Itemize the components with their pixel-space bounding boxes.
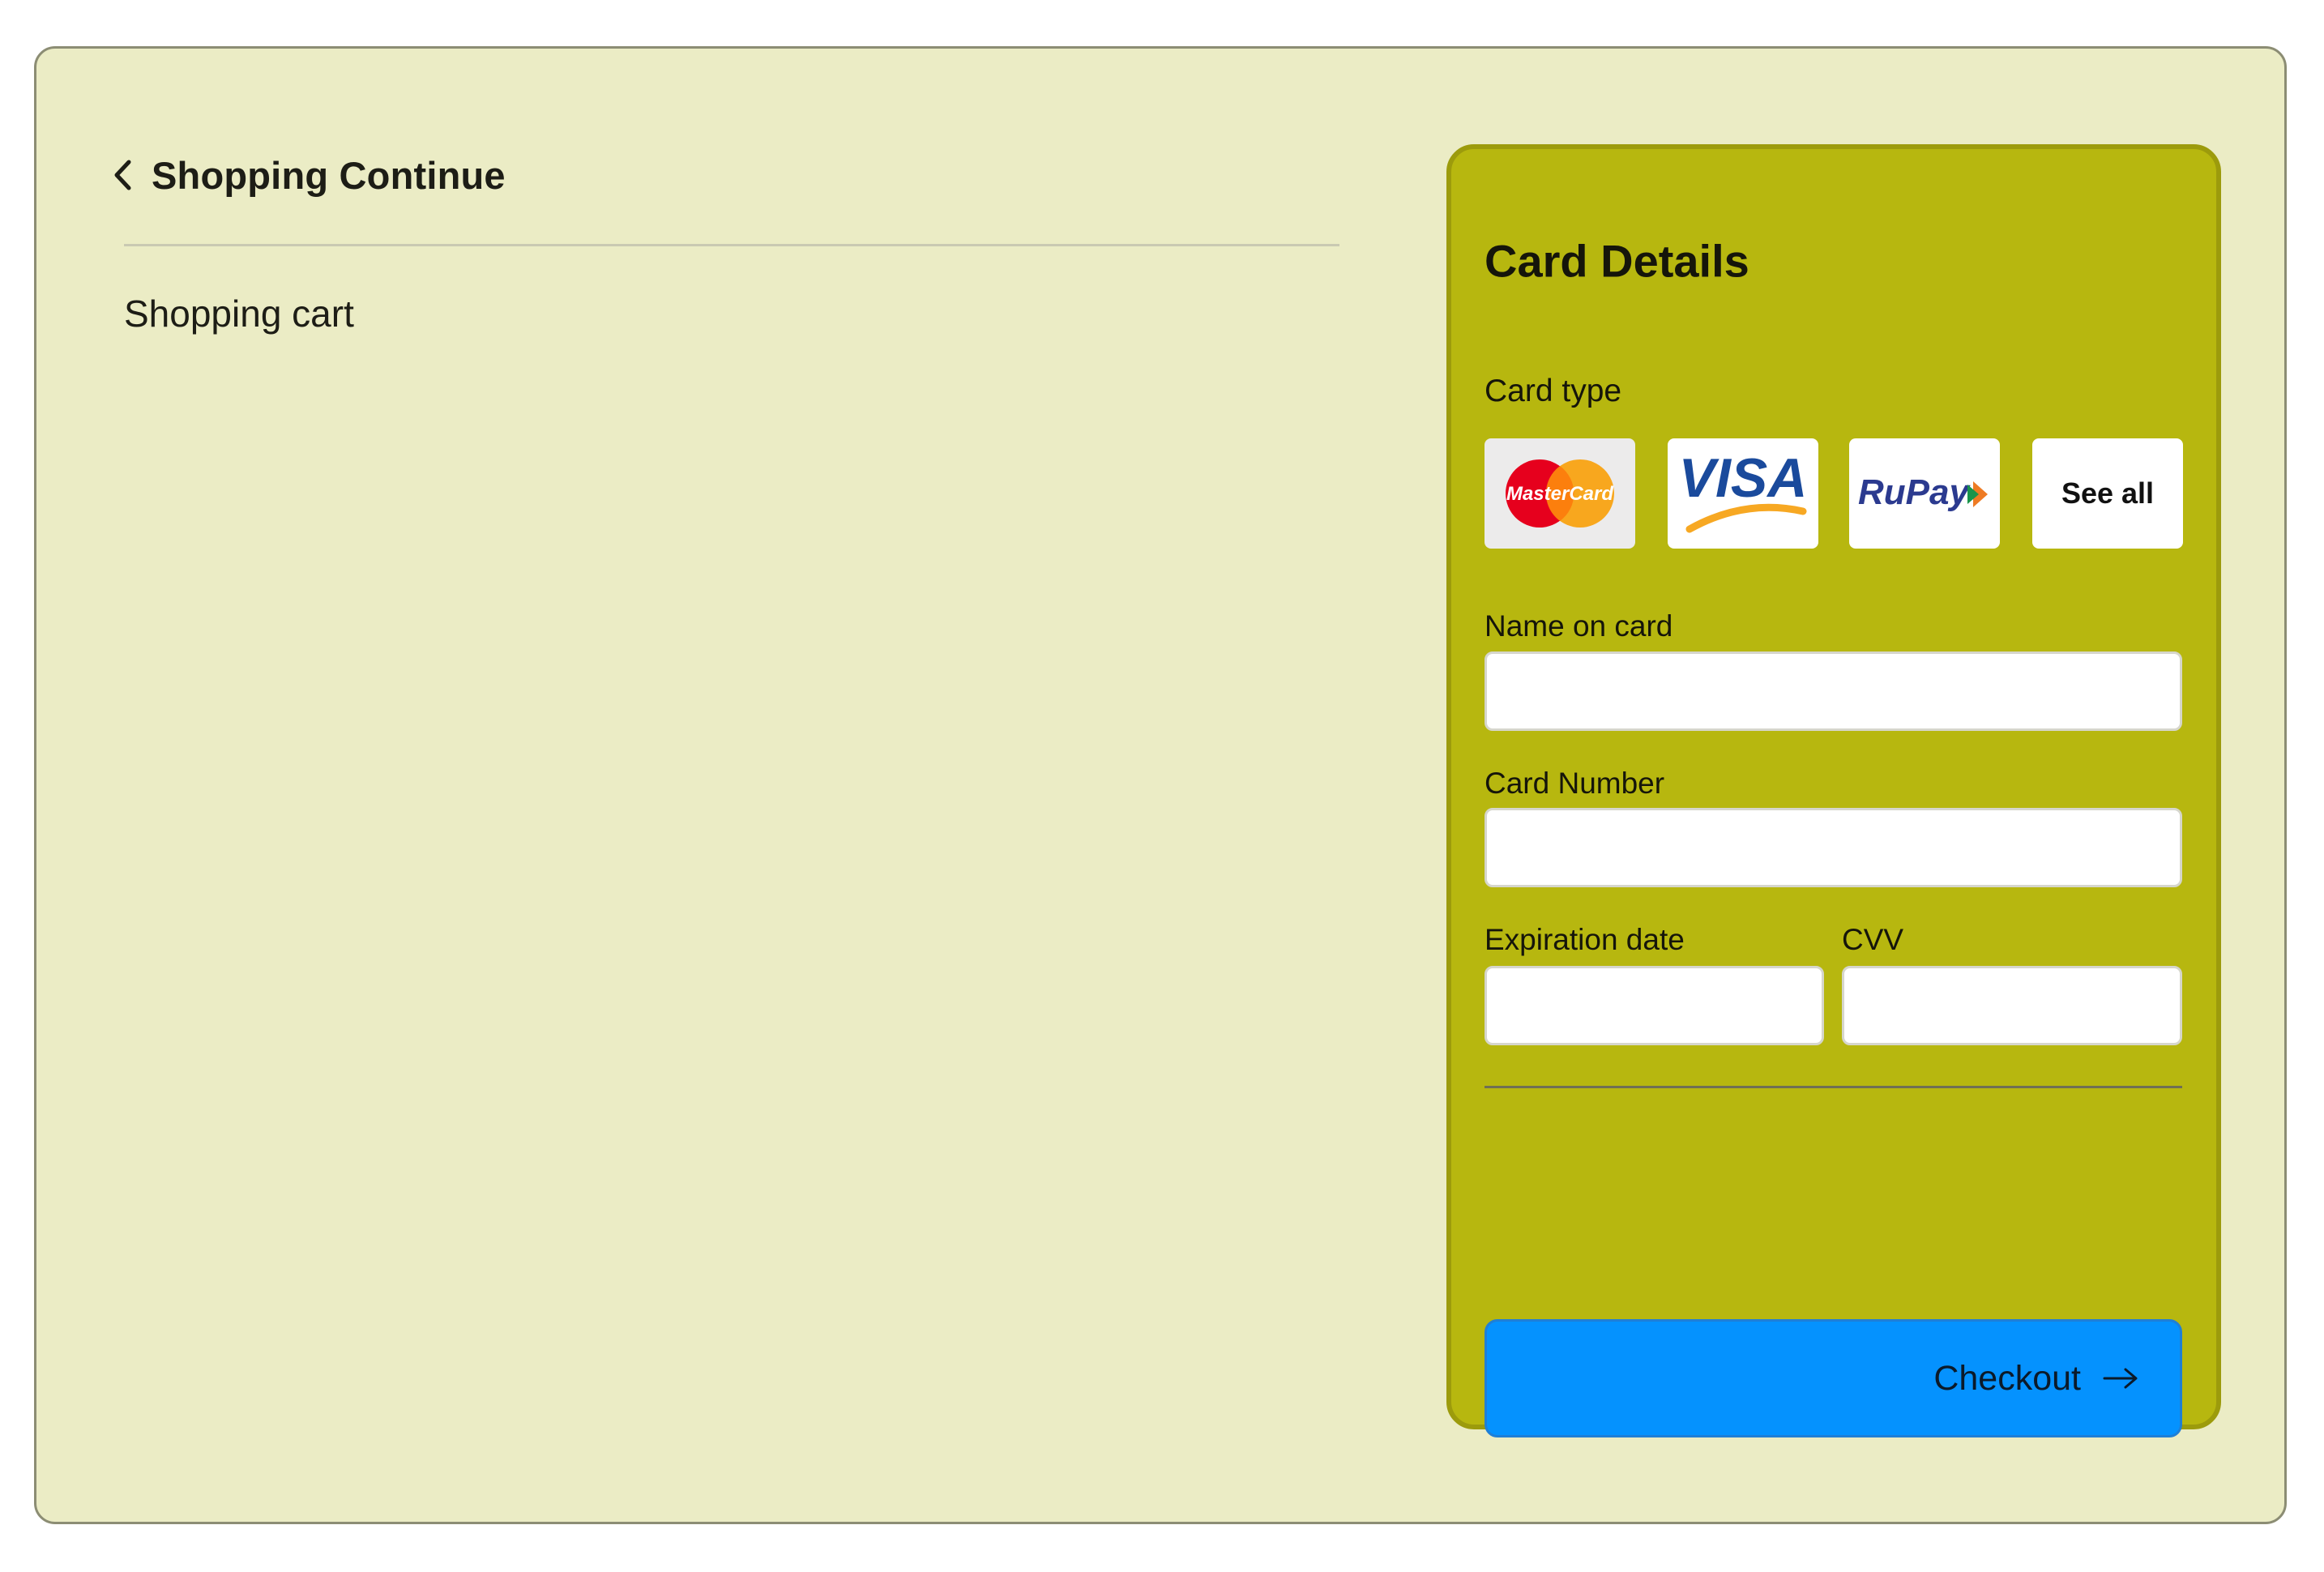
card-type-visa[interactable]: VISA xyxy=(1668,438,1818,549)
card-details-panel: Card Details Card type MasterCard VISA R… xyxy=(1446,144,2221,1437)
name-on-card-input[interactable] xyxy=(1485,651,2182,731)
rupay-logo: RuPay xyxy=(1858,472,1988,512)
chevron-left-icon xyxy=(114,160,131,190)
arrow-right-icon xyxy=(2103,1368,2138,1389)
form-divider xyxy=(1485,1086,2182,1088)
back-link-label: Shopping Continue xyxy=(152,153,506,197)
see-all-card-types-button[interactable]: See all xyxy=(2032,438,2183,549)
header-divider xyxy=(124,244,1339,246)
card-type-mastercard[interactable]: MasterCard xyxy=(1485,438,1635,549)
expiration-date-label: Expiration date xyxy=(1485,923,1685,956)
card-type-rupay[interactable]: RuPay xyxy=(1849,438,2000,549)
checkout-label: Checkout xyxy=(1933,1358,2081,1398)
expiration-date-input[interactable] xyxy=(1485,966,1824,1045)
mastercard-logo-text: MasterCard xyxy=(1506,483,1614,505)
visa-logo: VISA xyxy=(1679,447,1808,533)
cvv-input[interactable] xyxy=(1842,966,2182,1045)
visa-logo-text: VISA xyxy=(1679,447,1808,509)
app-window: Shopping Continue Shopping cart Card Det… xyxy=(34,46,2287,1524)
name-on-card-label: Name on card xyxy=(1485,609,1673,643)
back-to-shopping-link[interactable]: Shopping Continue xyxy=(111,146,506,204)
checkout-button[interactable]: Checkout xyxy=(1485,1319,2182,1437)
card-details-title: Card Details xyxy=(1485,235,1749,287)
cvv-label: CVV xyxy=(1842,923,1904,956)
see-all-label: See all xyxy=(2061,476,2155,510)
mastercard-logo: MasterCard xyxy=(1506,459,1614,528)
shopping-cart-heading: Shopping cart xyxy=(124,293,354,335)
card-number-label: Card Number xyxy=(1485,767,1665,800)
card-type-label: Card type xyxy=(1485,374,1622,408)
rupay-logo-text: RuPay xyxy=(1858,472,1971,512)
card-number-input[interactable] xyxy=(1485,808,2182,887)
